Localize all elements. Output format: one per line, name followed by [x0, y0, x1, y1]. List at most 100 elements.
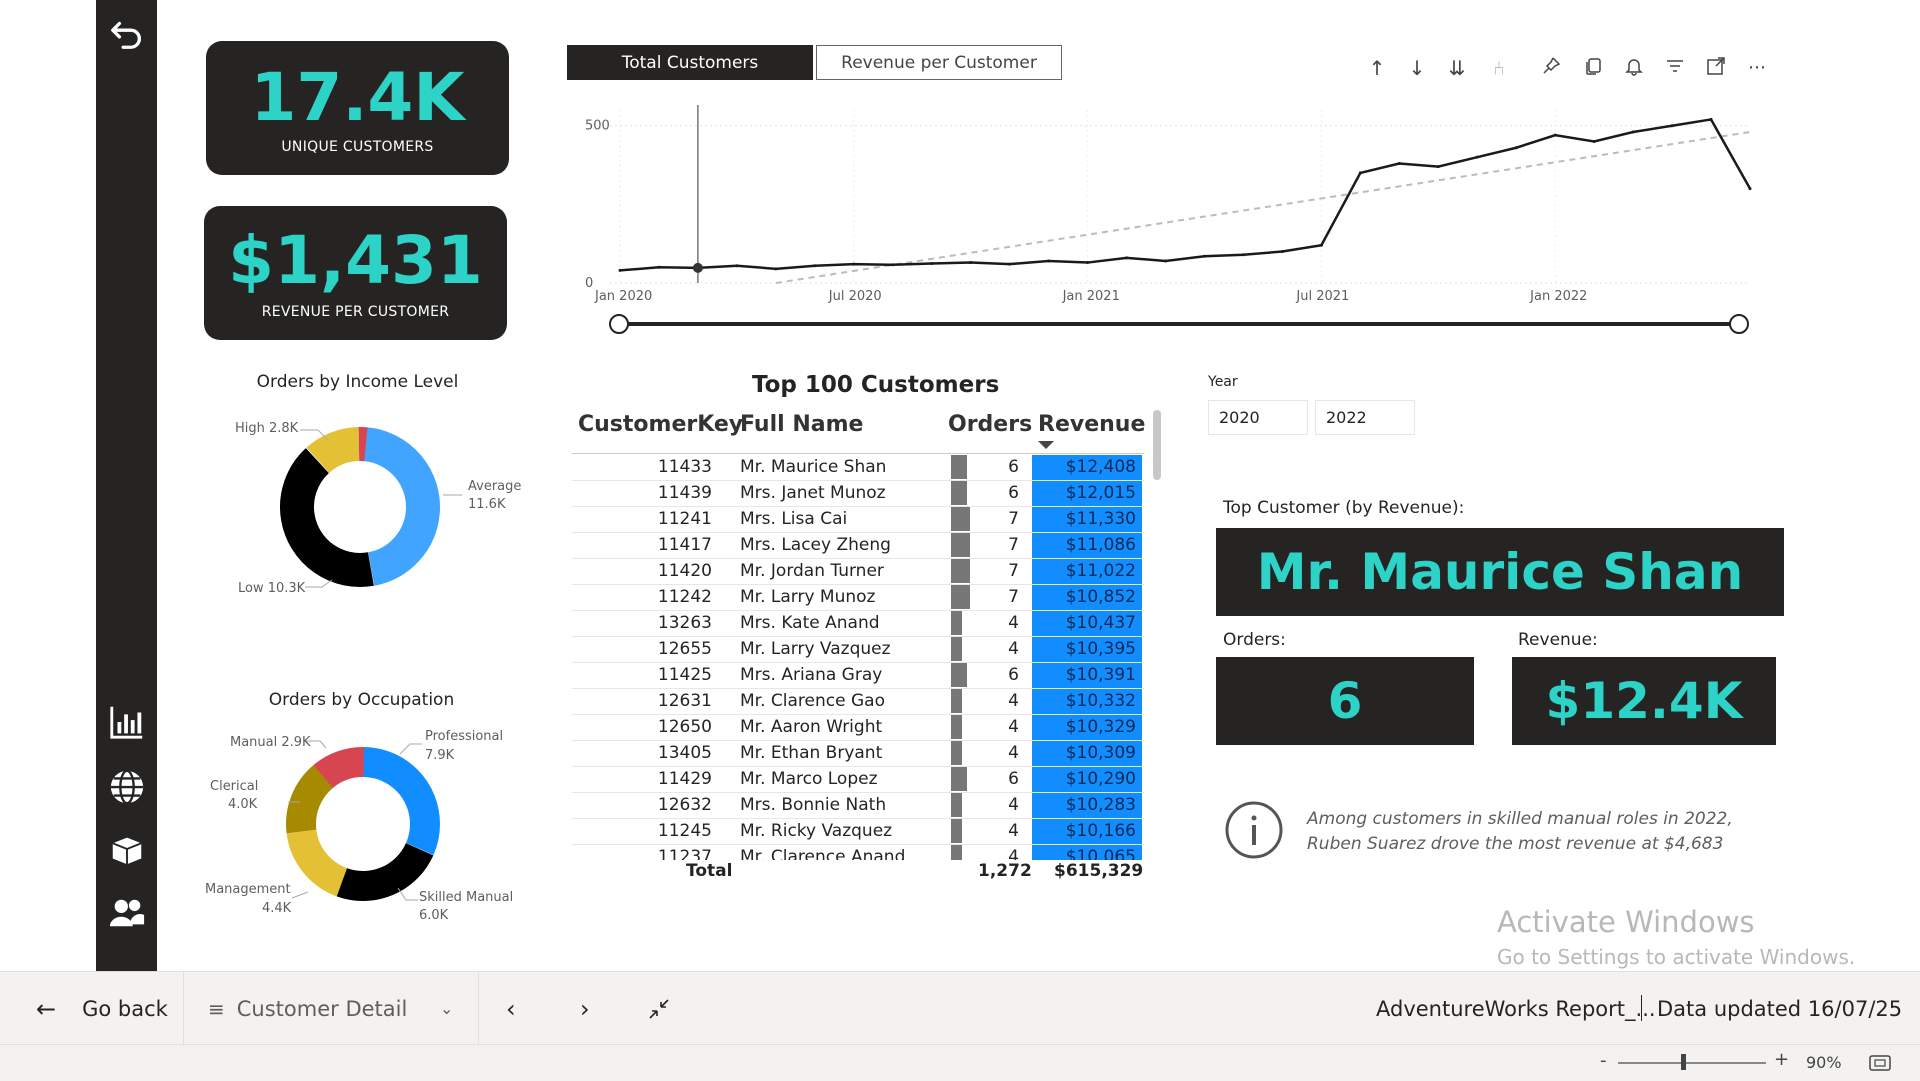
y-tick-label: 500 [585, 119, 610, 134]
next-page-button[interactable]: › [580, 972, 590, 1045]
table-row[interactable]: 11237 Mr. Clarence Anand 4 $10,065 [572, 845, 1144, 860]
zoom-out-button[interactable]: - [1600, 1050, 1607, 1071]
info-icon [1224, 800, 1284, 860]
data-point [774, 267, 778, 271]
zoom-in-button[interactable]: + [1774, 1049, 1789, 1070]
header-orders[interactable]: Orders [948, 412, 1032, 437]
back-icon[interactable] [96, 8, 157, 58]
cell-full-name: Mrs. Lacey Zheng [740, 535, 891, 555]
orders-bar [951, 637, 962, 661]
expand-hierarchy-icon[interactable]: ⑃ [1488, 56, 1510, 80]
cell-revenue: $10,391 [1032, 663, 1142, 688]
cell-orders: 4 [1008, 717, 1019, 737]
table-row[interactable]: 11429 Mr. Marco Lopez 6 $10,290 [572, 767, 1144, 793]
year-end-input[interactable]: 2022 [1315, 400, 1415, 435]
table-row[interactable]: 11242 Mr. Larry Munoz 7 $10,852 [572, 585, 1144, 611]
tab-revenue-per-customer[interactable]: Revenue per Customer [816, 45, 1062, 80]
date-range-slider-start-handle[interactable] [609, 314, 629, 334]
zoom-slider-handle[interactable] [1681, 1054, 1686, 1070]
total-orders: 1,272 [978, 861, 1032, 881]
zoom-slider[interactable] [1618, 1062, 1766, 1064]
data-updated-text: Data updated 16/07/25 [1657, 996, 1903, 1021]
table-row[interactable]: 13263 Mrs. Kate Anand 4 $10,437 [572, 611, 1144, 637]
more-options-icon[interactable]: ⋯ [1746, 56, 1768, 80]
date-range-slider-end-handle[interactable] [1729, 314, 1749, 334]
cell-customerkey: 13263 [657, 613, 712, 633]
fit-to-page-icon[interactable] [1869, 1054, 1891, 1076]
report-name[interactable]: AdventureWorks Report_... [1376, 972, 1656, 1045]
data-point [1748, 187, 1752, 191]
page-selector-dropdown[interactable]: ≡ Customer Detail ⌄ [208, 972, 458, 1045]
total-customers-line-chart[interactable]: 500 0Jan 2020 Jul 2020 Jan 2021 Jul 2021 Jan … [560, 100, 1760, 340]
table-row[interactable]: 11433 Mr. Maurice Shan 6 $12,408 [572, 455, 1144, 481]
table-row[interactable]: 12650 Mr. Aaron Wright 4 $10,329 [572, 715, 1144, 741]
table-row[interactable]: 13405 Mr. Ethan Bryant 4 $10,309 [572, 741, 1144, 767]
header-full-name[interactable]: Full Name [740, 412, 863, 437]
table-row[interactable]: 11420 Mr. Jordan Turner 7 $11,022 [572, 559, 1144, 585]
orders-bar [951, 819, 962, 843]
orders-bar [951, 533, 970, 557]
data-point [1514, 146, 1518, 150]
data-point [1086, 261, 1090, 265]
cell-revenue: $11,330 [1032, 507, 1142, 532]
table-row[interactable]: 12632 Mrs. Bonnie Nath 4 $10,283 [572, 793, 1144, 819]
series-line-total-customers [619, 118, 1752, 272]
trend-line [775, 131, 1751, 284]
focus-mode-icon[interactable] [1705, 56, 1727, 80]
collapse-view-button[interactable] [648, 972, 670, 1045]
sort-desc-icon[interactable] [1038, 441, 1054, 449]
hover-point [692, 262, 703, 273]
data-point [1202, 254, 1206, 258]
zoom-level: 90% [1806, 1053, 1842, 1072]
table-row[interactable]: 11245 Mr. Ricky Vazquez 4 $10,166 [572, 819, 1144, 845]
table-row[interactable]: 12631 Mr. Clarence Gao 4 $10,332 [572, 689, 1144, 715]
cell-revenue: $10,395 [1032, 637, 1142, 662]
table-row[interactable]: 12655 Mr. Larry Vazquez 4 $10,395 [572, 637, 1144, 663]
double-arrow-down-icon[interactable]: ⇊ [1446, 56, 1468, 80]
data-point [1008, 262, 1012, 266]
table-row[interactable]: 11417 Mrs. Lacey Zheng 7 $11,086 [572, 533, 1144, 559]
x-tick-label: Jul 2020 [828, 289, 882, 304]
cell-full-name: Mrs. Kate Anand [740, 613, 880, 633]
copy-icon[interactable] [1582, 56, 1604, 80]
orders-bar [951, 845, 962, 860]
customers-icon[interactable] [96, 888, 157, 938]
data-point [1280, 250, 1284, 254]
date-range-slider-track[interactable] [619, 322, 1739, 326]
table-row[interactable]: 11241 Mrs. Lisa Cai 7 $11,330 [572, 507, 1144, 533]
orders-bar [951, 481, 967, 505]
total-label: Total [686, 861, 733, 881]
data-point [657, 265, 661, 269]
data-point [1241, 253, 1245, 257]
tab-total-customers[interactable]: Total Customers [567, 45, 813, 80]
cell-full-name: Mrs. Janet Munoz [740, 483, 886, 503]
pin-icon[interactable] [1540, 56, 1562, 80]
data-point [1047, 259, 1051, 263]
arrow-down-icon[interactable]: ↓ [1406, 56, 1428, 80]
arrow-left-icon: ← [36, 994, 57, 1023]
cell-customerkey: 11242 [657, 587, 712, 607]
data-point [1670, 124, 1674, 128]
header-divider [572, 453, 1144, 454]
header-customerkey[interactable]: CustomerKey [578, 412, 743, 437]
data-point [1436, 165, 1440, 169]
cell-customerkey: 12655 [657, 639, 712, 659]
header-revenue[interactable]: Revenue [1038, 412, 1145, 437]
orders-bar [951, 793, 962, 817]
table-row[interactable]: 11439 Mrs. Janet Munoz 6 $12,015 [572, 481, 1144, 507]
orders-bar [951, 689, 962, 713]
filter-icon[interactable] [1664, 56, 1686, 80]
table-row[interactable]: 11425 Mrs. Ariana Gray 6 $10,391 [572, 663, 1144, 689]
go-back-button[interactable]: ← Go back [36, 972, 168, 1045]
previous-page-button[interactable]: ‹ [506, 972, 516, 1045]
cell-orders: 7 [1008, 587, 1019, 607]
cell-revenue: $10,332 [1032, 689, 1142, 714]
arrow-up-icon[interactable]: ↑ [1366, 56, 1388, 80]
bell-icon[interactable] [1623, 56, 1645, 80]
revenue-per-customer-label: REVENUE PER CUSTOMER [261, 304, 450, 320]
orders-bar [951, 507, 970, 531]
table-title: Top 100 Customers [752, 372, 1000, 398]
cell-customerkey: 11237 [657, 847, 712, 860]
divider [1641, 995, 1642, 1021]
year-start-input[interactable]: 2020 [1208, 400, 1308, 435]
